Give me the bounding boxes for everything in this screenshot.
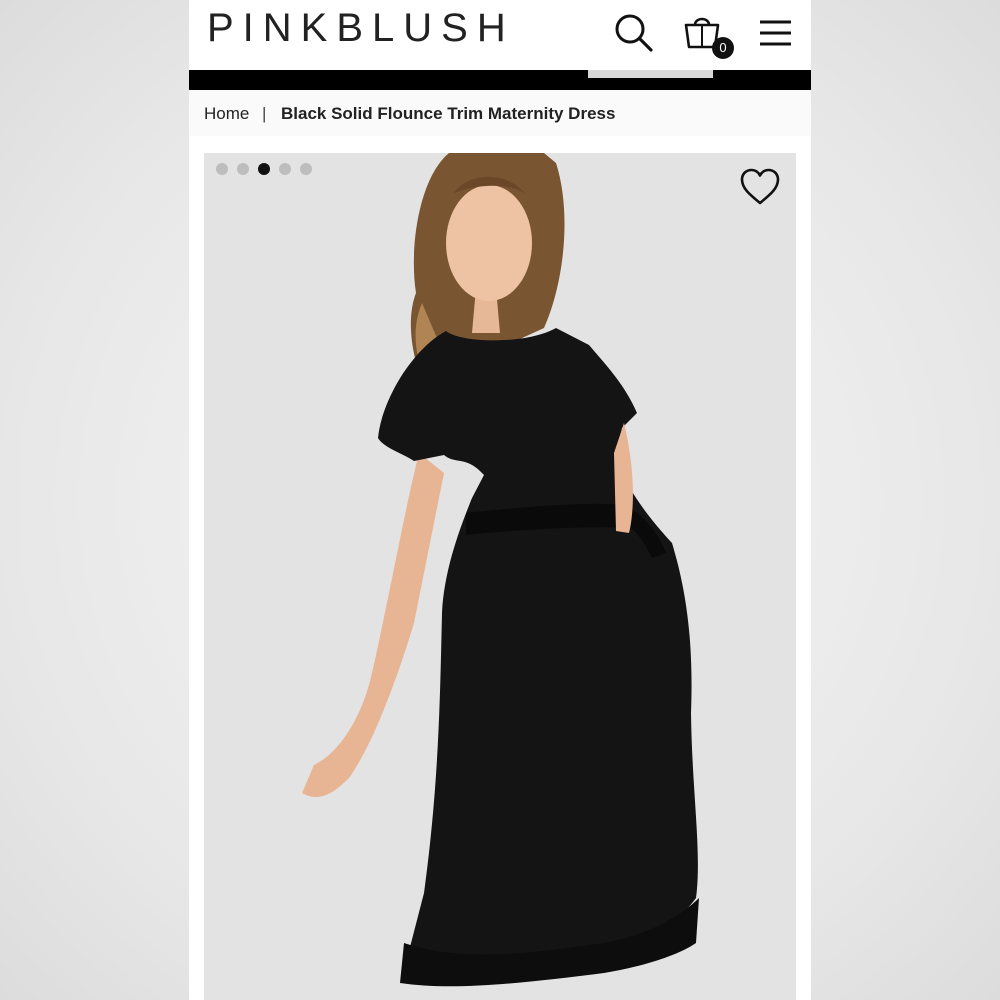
site-logo[interactable]: PINKBLUSH: [207, 6, 515, 51]
breadcrumb-home-link[interactable]: Home: [204, 90, 249, 138]
breadcrumb-separator: |: [262, 104, 267, 123]
site-header: PINKBLUSH 0: [189, 0, 811, 70]
gallery-dot[interactable]: [237, 163, 249, 175]
gallery-dot[interactable]: [300, 163, 312, 175]
heart-outline-icon[interactable]: [739, 167, 781, 207]
breadcrumb: Home | Black Solid Flounce Trim Maternit…: [189, 90, 811, 136]
product-image-gallery[interactable]: [204, 153, 796, 1000]
product-photo[interactable]: [204, 153, 796, 1000]
mobile-page: PINKBLUSH 0 Home | Black Solid Flounce T…: [189, 0, 811, 1000]
hamburger-menu-icon[interactable]: [755, 12, 797, 54]
nav-bar: [189, 70, 811, 90]
gallery-dot[interactable]: [216, 163, 228, 175]
gallery-dot-active[interactable]: [258, 163, 270, 175]
gallery-dot[interactable]: [279, 163, 291, 175]
cart-count-badge: 0: [712, 37, 734, 59]
gallery-pagination: [216, 163, 312, 175]
search-icon[interactable]: [613, 12, 655, 54]
nav-scroll-indicator: [588, 70, 713, 78]
breadcrumb-current-page: Black Solid Flounce Trim Maternity Dress: [281, 104, 616, 123]
